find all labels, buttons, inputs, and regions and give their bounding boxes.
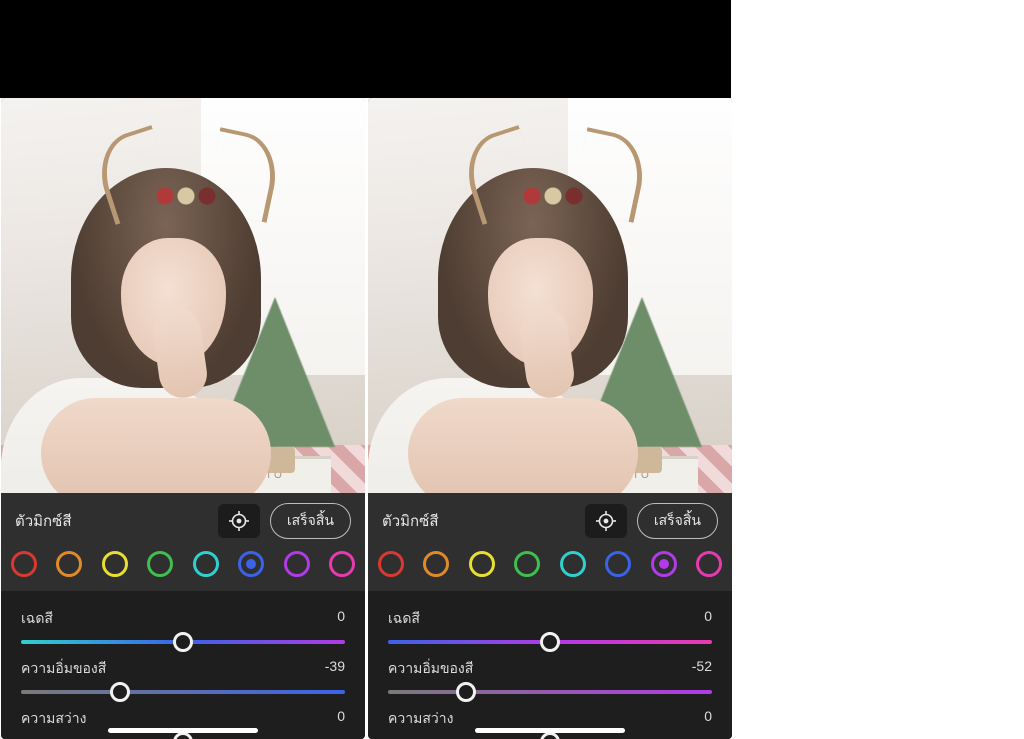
mixer-title: ตัวมิกซ์สี: [15, 509, 208, 533]
target-icon: [596, 511, 616, 531]
hue-slider[interactable]: [388, 640, 712, 644]
swatch-green[interactable]: [147, 551, 173, 577]
target-icon: [229, 511, 249, 531]
swatch-yellow[interactable]: [102, 551, 128, 577]
phone-screenshot-right: ONDITIO ตัวมิกซ์สี เสร็จสิ้น เฉดสี 0: [368, 98, 732, 739]
hue-label: เฉดสี: [388, 608, 420, 630]
sat-row: ความอิ่มของสี -39: [21, 649, 345, 699]
sat-slider[interactable]: [388, 690, 712, 694]
sat-value: -52: [692, 658, 712, 680]
hue-thumb[interactable]: [173, 632, 193, 652]
mixer-header: ตัวมิกซ์สี เสร็จสิ้น: [1, 493, 365, 545]
lum-thumb[interactable]: [540, 732, 560, 739]
mixer-title: ตัวมิกซ์สี: [382, 509, 575, 533]
target-adjust-button[interactable]: [218, 504, 260, 538]
swatch-purple[interactable]: [284, 551, 310, 577]
done-button[interactable]: เสร็จสิ้น: [637, 503, 718, 539]
swatch-purple[interactable]: [651, 551, 677, 577]
hue-value: 0: [704, 608, 712, 630]
swatch-red[interactable]: [378, 551, 404, 577]
swatch-blue[interactable]: [605, 551, 631, 577]
swatch-red[interactable]: [11, 551, 37, 577]
swatch-orange[interactable]: [423, 551, 449, 577]
sat-row: ความอิ่มของสี -52: [388, 649, 712, 699]
lum-value: 0: [337, 708, 345, 730]
swatch-magenta[interactable]: [329, 551, 355, 577]
swatch-aqua[interactable]: [193, 551, 219, 577]
canvas: ONDITIO ตัวมิกซ์สี เสร็จสิ้น เฉดสี 0: [0, 0, 1024, 739]
lum-value: 0: [704, 708, 712, 730]
target-adjust-button[interactable]: [585, 504, 627, 538]
hue-value: 0: [337, 608, 345, 630]
sat-value: -39: [325, 658, 345, 680]
swatch-magenta[interactable]: [696, 551, 722, 577]
hue-row: เฉดสี 0: [21, 599, 345, 649]
hue-thumb[interactable]: [540, 632, 560, 652]
lum-row: ความสว่าง 0: [21, 699, 345, 739]
color-swatch-row: [1, 545, 365, 591]
lum-label: ความสว่าง: [388, 708, 453, 730]
sat-slider[interactable]: [21, 690, 345, 694]
swatch-aqua[interactable]: [560, 551, 586, 577]
home-indicator[interactable]: [475, 728, 625, 733]
hue-slider[interactable]: [21, 640, 345, 644]
home-indicator[interactable]: [108, 728, 258, 733]
preview-image[interactable]: ONDITIO: [1, 98, 365, 493]
sat-label: ความอิ่มของสี: [21, 658, 106, 680]
swatch-orange[interactable]: [56, 551, 82, 577]
preview-image[interactable]: ONDITIO: [368, 98, 732, 493]
sliders-panel: เฉดสี 0 ความอิ่มของสี -39 ความสว่าง 0: [1, 591, 365, 739]
swatch-green[interactable]: [514, 551, 540, 577]
lum-label: ความสว่าง: [21, 708, 86, 730]
swatch-blue[interactable]: [238, 551, 264, 577]
color-swatch-row: [368, 545, 732, 591]
lum-row: ความสว่าง 0: [388, 699, 712, 739]
sliders-panel: เฉดสี 0 ความอิ่มของสี -52 ความสว่าง 0: [368, 591, 732, 739]
sat-thumb[interactable]: [110, 682, 130, 702]
lum-thumb[interactable]: [173, 732, 193, 739]
done-button[interactable]: เสร็จสิ้น: [270, 503, 351, 539]
phone-screenshot-left: ONDITIO ตัวมิกซ์สี เสร็จสิ้น เฉดสี 0: [1, 98, 365, 739]
hue-label: เฉดสี: [21, 608, 53, 630]
swatch-yellow[interactable]: [469, 551, 495, 577]
hue-row: เฉดสี 0: [388, 599, 712, 649]
sat-thumb[interactable]: [456, 682, 476, 702]
sat-label: ความอิ่มของสี: [388, 658, 473, 680]
article-header-blackbar: [0, 0, 731, 98]
mixer-header: ตัวมิกซ์สี เสร็จสิ้น: [368, 493, 732, 545]
